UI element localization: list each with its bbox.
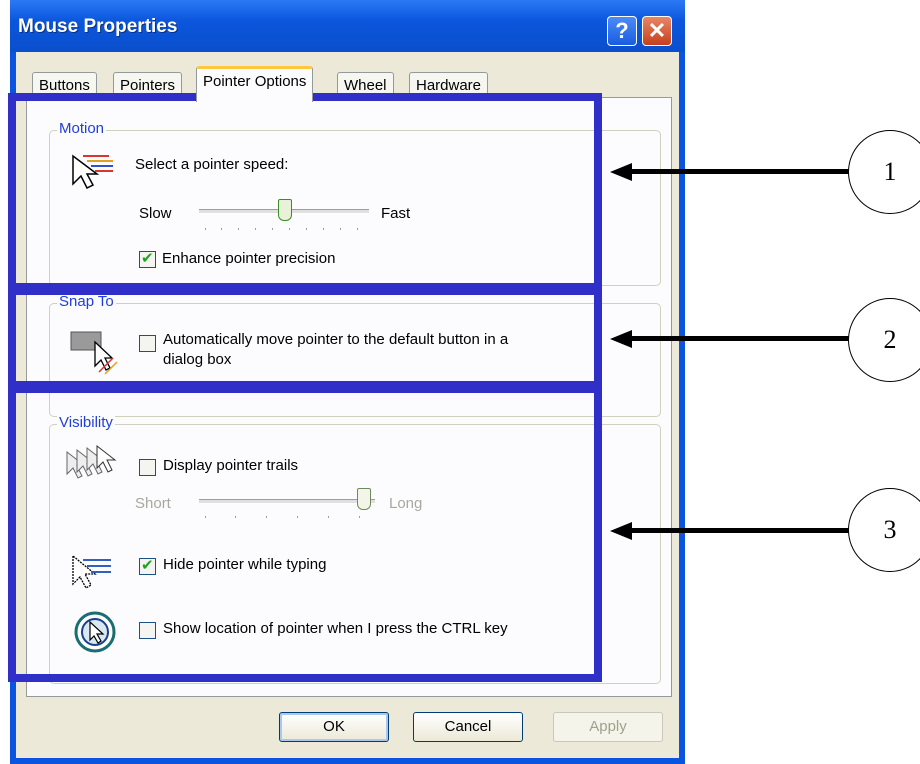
annotation-arrow-2 [630,336,850,341]
highlight-box-motion [8,93,602,291]
annotation-arrow-3-head [610,522,632,540]
cancel-button[interactable]: Cancel [413,712,523,742]
annotation-arrow-1-head [610,163,632,181]
annotation-arrow-3 [630,528,850,533]
highlight-box-visibility [8,385,602,682]
callout-1: 1 [848,130,920,214]
apply-button[interactable]: Apply [553,712,663,742]
annotation-arrow-1 [630,169,850,174]
annotation-arrow-2-head [610,330,632,348]
callout-3: 3 [848,488,920,572]
window-title: Mouse Properties [18,16,178,37]
ok-button[interactable]: OK [279,712,389,742]
title-bar[interactable]: Mouse Properties ? ✕ [10,0,685,52]
highlight-box-snap-to [8,287,602,389]
tab-pointer-options[interactable]: Pointer Options [196,66,314,102]
callout-2: 2 [848,298,920,382]
close-button[interactable]: ✕ [642,16,672,46]
help-button[interactable]: ? [607,16,637,46]
